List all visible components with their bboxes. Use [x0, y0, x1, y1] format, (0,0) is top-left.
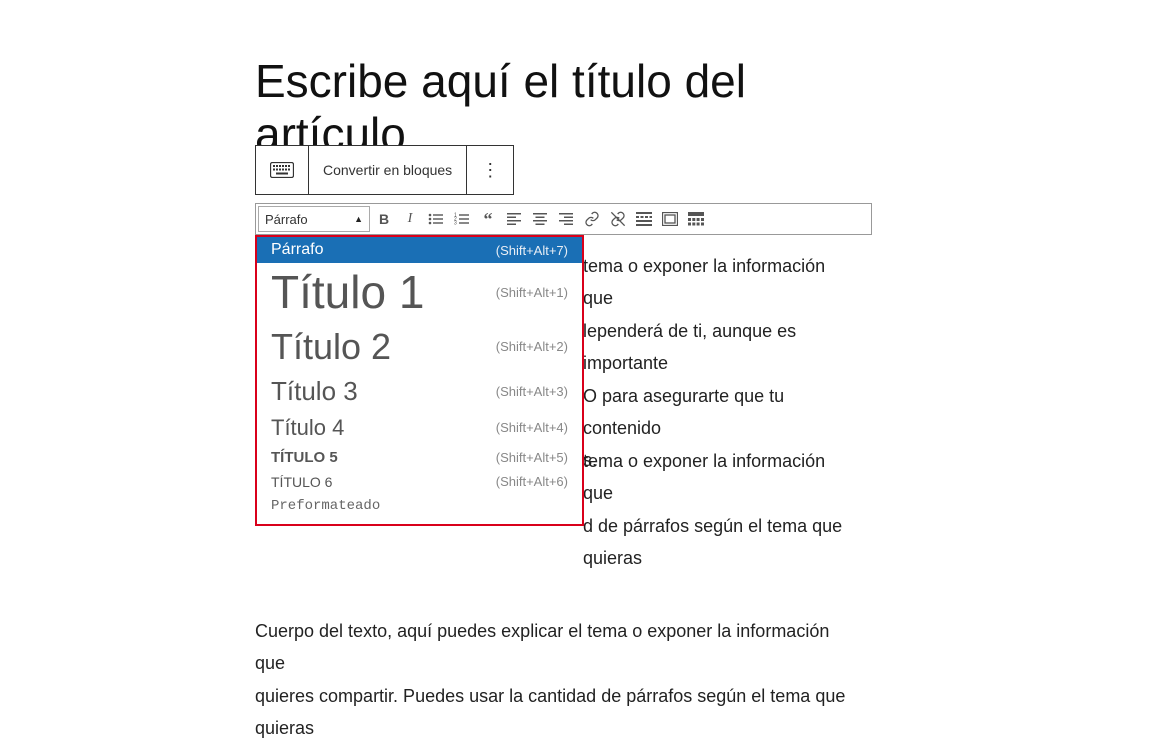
format-option-shortcut: (Shift+Alt+1) [496, 285, 568, 300]
align-right-button[interactable] [554, 207, 578, 231]
more-vertical-icon: ⋮ [481, 161, 499, 179]
format-option-label: Preformateado [271, 498, 380, 514]
align-center-button[interactable] [528, 207, 552, 231]
format-option-2[interactable]: Título 2 (Shift+Alt+2) [257, 322, 582, 372]
format-option-label: TÍTULO 6 [271, 474, 332, 490]
italic-button[interactable]: I [398, 207, 422, 231]
body-line: quieres compartir. Puedes usar la cantid… [255, 680, 855, 745]
bold-button[interactable]: B [372, 207, 396, 231]
format-option-label: TÍTULO 5 [271, 449, 338, 466]
link-button[interactable] [580, 207, 604, 231]
format-dropdown: Párrafo (Shift+Alt+7) Título 1 (Shift+Alt+1… [255, 235, 584, 526]
convert-label: Convertir en bloques [323, 162, 452, 178]
toolbar-toggle-button[interactable] [684, 207, 708, 231]
format-option-0[interactable]: Párrafo (Shift+Alt+7) [257, 237, 582, 263]
insert-more-button[interactable] [632, 207, 656, 231]
format-option-1[interactable]: Título 1 (Shift+Alt+1) [257, 263, 582, 322]
paragraph-format-select[interactable]: Párrafo ▲ [258, 206, 370, 232]
numbered-list-button[interactable]: 123 [450, 207, 474, 231]
format-option-label: Título 4 [271, 415, 344, 441]
format-option-7[interactable]: Preformateado [257, 494, 582, 518]
format-option-label: Título 2 [271, 326, 391, 368]
format-option-shortcut: (Shift+Alt+7) [496, 243, 568, 258]
format-option-shortcut: (Shift+Alt+2) [496, 339, 568, 354]
format-option-shortcut: (Shift+Alt+6) [496, 474, 568, 489]
format-option-shortcut: (Shift+Alt+3) [496, 384, 568, 399]
bullet-list-button[interactable] [424, 207, 448, 231]
classic-editor-toolbar: Convertir en bloques ⋮ [255, 145, 514, 195]
convert-to-blocks-button[interactable]: Convertir en bloques [309, 146, 467, 194]
more-options-button[interactable]: ⋮ [467, 146, 513, 194]
format-select-value: Párrafo [265, 212, 308, 227]
chevron-up-icon: ▲ [354, 214, 363, 224]
body-line: Cuerpo del texto, aquí puedes explicar e… [255, 615, 855, 680]
align-left-button[interactable] [502, 207, 526, 231]
format-toolbar: Párrafo ▲ B I 123 “ [255, 203, 872, 235]
format-option-shortcut: (Shift+Alt+5) [496, 450, 568, 465]
format-option-label: Párrafo [271, 241, 323, 259]
format-option-label: Título 3 [271, 376, 358, 407]
format-option-label: Título 1 [271, 267, 424, 318]
body-paragraph-3[interactable]: Cuerpo del texto, aquí puedes explicar e… [255, 615, 855, 745]
format-option-6[interactable]: TÍTULO 6 (Shift+Alt+6) [257, 470, 582, 494]
svg-text:3: 3 [454, 221, 457, 227]
editor-page: Escribe aquí el título del artículo Conv… [255, 55, 875, 161]
format-option-shortcut: (Shift+Alt+4) [496, 420, 568, 435]
format-option-4[interactable]: Título 4 (Shift+Alt+4) [257, 411, 582, 445]
fullscreen-button[interactable] [658, 207, 682, 231]
format-option-3[interactable]: Título 3 (Shift+Alt+3) [257, 372, 582, 411]
unlink-button[interactable] [606, 207, 630, 231]
format-option-5[interactable]: TÍTULO 5 (Shift+Alt+5) [257, 445, 582, 470]
tinymce-editor: Párrafo ▲ B I 123 “ [255, 203, 872, 235]
blockquote-button[interactable]: “ [476, 207, 500, 231]
classic-block-icon[interactable] [256, 146, 309, 194]
